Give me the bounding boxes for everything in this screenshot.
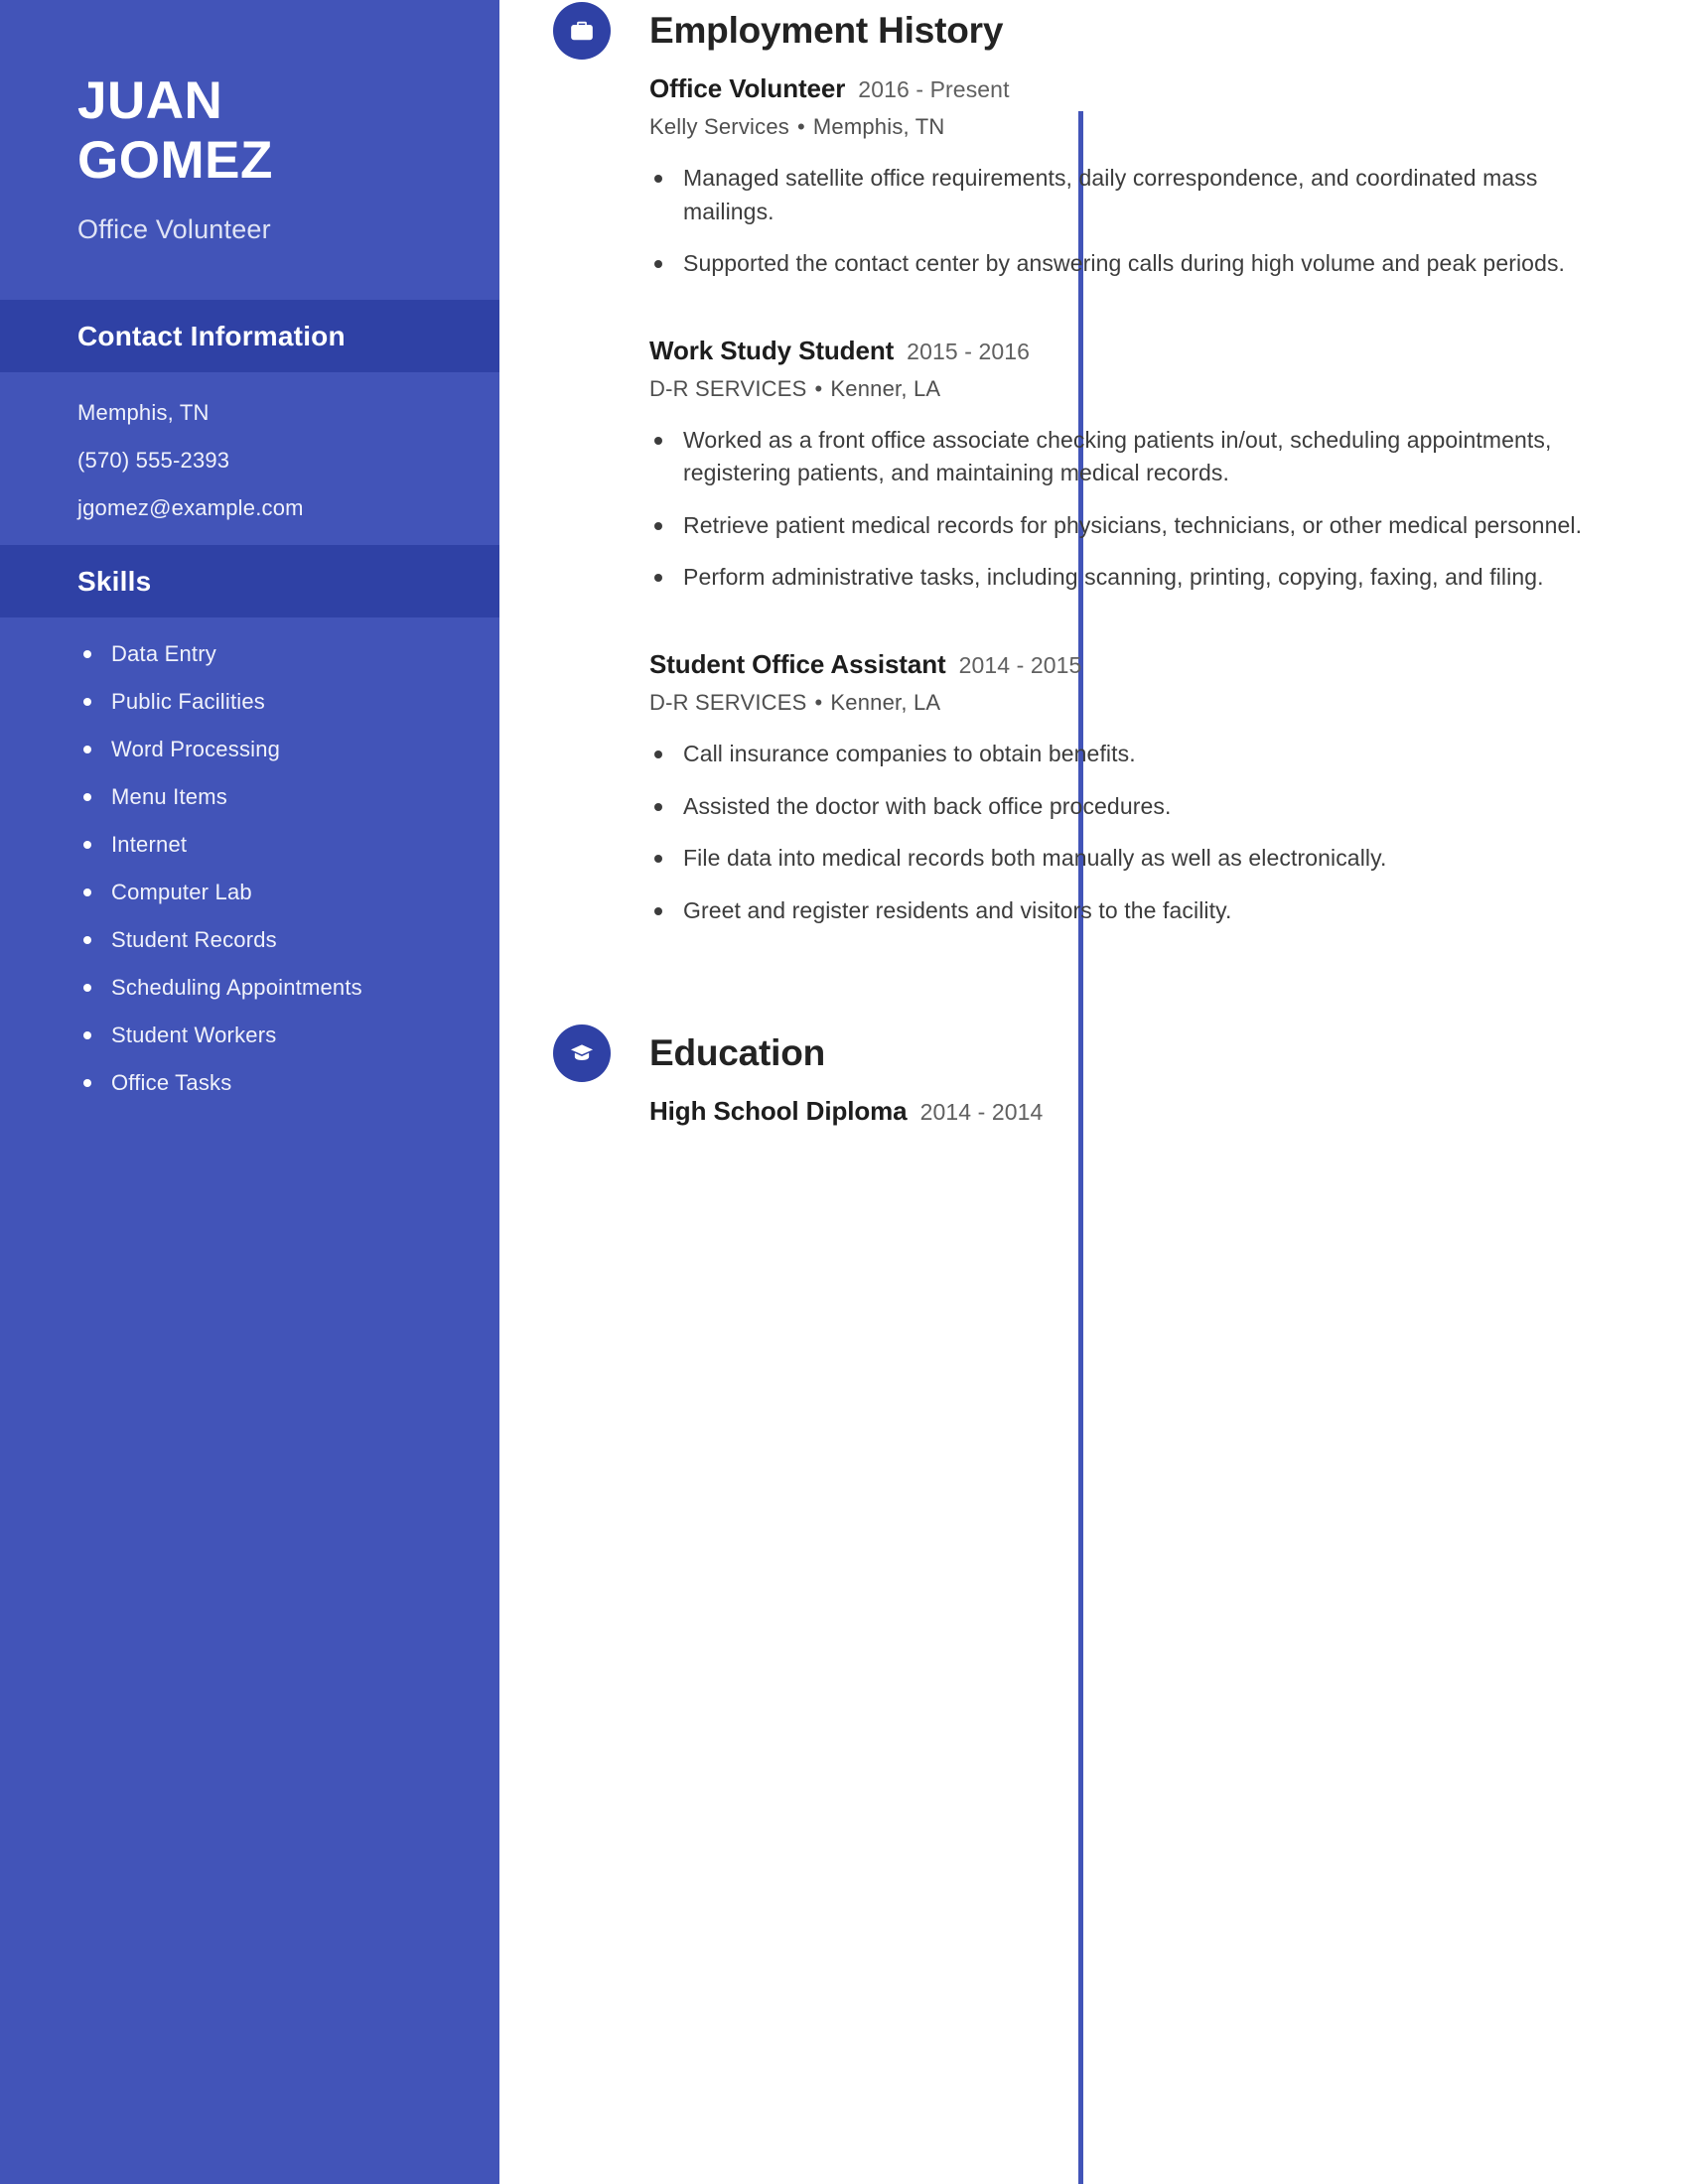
job-bullet: Assisted the doctor with back office pro… bbox=[649, 790, 1603, 824]
skill-item: Data Entry bbox=[77, 642, 499, 665]
employment-history-header: Employment History bbox=[553, 0, 1688, 62]
job-bullet: Call insurance companies to obtain benef… bbox=[649, 738, 1603, 771]
resume-page: JUAN GOMEZ Office Volunteer Contact Info… bbox=[0, 0, 1688, 2184]
job-meta: D-R SERVICES • Kenner, LA bbox=[649, 376, 1688, 402]
job-title: Student Office Assistant bbox=[649, 649, 946, 680]
employment-entry-head: Office Volunteer 2016 - Present bbox=[649, 73, 1688, 104]
education-entry-head: High School Diploma 2014 - 2014 bbox=[649, 1096, 1688, 1127]
job-bullet: Worked as a front office associate check… bbox=[649, 424, 1603, 490]
job-location: Memphis, TN bbox=[812, 114, 945, 139]
job-title: Work Study Student bbox=[649, 335, 895, 365]
contact-location: Memphis, TN bbox=[77, 399, 210, 425]
job-location: Kenner, LA bbox=[830, 690, 941, 716]
education-section: Education High School Diploma 2014 - 201… bbox=[553, 1023, 1688, 1127]
skill-item: Student Records bbox=[77, 928, 499, 951]
graduation-cap-icon bbox=[553, 1024, 611, 1083]
employment-entry-head: Student Office Assistant 2014 - 2015 bbox=[649, 649, 1688, 680]
job-bullets: Managed satellite office requirements, d… bbox=[649, 162, 1688, 281]
entry-spacer bbox=[649, 614, 1688, 635]
employment-entry: Work Study Student 2015 - 2016 D-R SERVI… bbox=[649, 336, 1688, 595]
job-company: D-R SERVICES bbox=[649, 690, 807, 716]
headline: Office Volunteer bbox=[77, 213, 271, 244]
job-bullet: Greet and register residents and visitor… bbox=[649, 894, 1603, 928]
employment-entry-head: Work Study Student 2015 - 2016 bbox=[649, 336, 1688, 366]
job-title: Office Volunteer bbox=[649, 73, 846, 103]
skill-item: Scheduling Appointments bbox=[77, 976, 499, 999]
employment-history-heading: Employment History bbox=[649, 10, 1004, 51]
job-dates: 2014 - 2015 bbox=[958, 652, 1082, 679]
employment-entries: Office Volunteer 2016 - Present Kelly Se… bbox=[582, 73, 1688, 927]
skill-item: Word Processing bbox=[77, 738, 499, 760]
main-content: Employment History Office Volunteer 2016… bbox=[499, 0, 1688, 2184]
education-entries: High School Diploma 2014 - 2014 bbox=[582, 1096, 1688, 1127]
name-block: JUAN GOMEZ Office Volunteer bbox=[0, 0, 499, 245]
job-bullets: Call insurance companies to obtain benef… bbox=[649, 738, 1688, 927]
job-bullets: Worked as a front office associate check… bbox=[649, 424, 1688, 595]
skills-heading: Skills bbox=[77, 565, 152, 597]
sidebar: JUAN GOMEZ Office Volunteer Contact Info… bbox=[0, 0, 499, 2184]
contact-list: Memphis, TN (570) 555-2393 jgomez@exampl… bbox=[0, 372, 499, 519]
job-company: Kelly Services bbox=[649, 114, 789, 139]
skills-list: Data Entry Public Facilities Word Proces… bbox=[0, 617, 499, 1094]
job-location: Kenner, LA bbox=[830, 375, 941, 401]
education-heading: Education bbox=[649, 1032, 826, 1074]
employment-history-section: Employment History Office Volunteer 2016… bbox=[553, 0, 1688, 927]
job-company: D-R SERVICES bbox=[649, 375, 807, 401]
skill-item: Office Tasks bbox=[77, 1071, 499, 1094]
skill-item: Computer Lab bbox=[77, 881, 499, 903]
job-meta: D-R SERVICES • Kenner, LA bbox=[649, 690, 1688, 716]
skill-item: Menu Items bbox=[77, 785, 499, 808]
contact-phone: (570) 555-2393 bbox=[77, 447, 230, 473]
meta-separator: • bbox=[814, 690, 823, 716]
contact-email: jgomez@example.com bbox=[77, 494, 304, 520]
job-bullet: File data into medical records both manu… bbox=[649, 842, 1603, 876]
job-bullet: Retrieve patient medical records for phy… bbox=[649, 509, 1603, 543]
skills-header: Skills bbox=[0, 544, 499, 617]
skill-item: Public Facilities bbox=[77, 690, 499, 713]
entry-spacer bbox=[649, 300, 1688, 322]
employment-entry: Office Volunteer 2016 - Present Kelly Se… bbox=[649, 73, 1688, 281]
education-header: Education bbox=[553, 1023, 1688, 1084]
job-bullet: Supported the contact center by answerin… bbox=[649, 247, 1603, 281]
job-bullet: Managed satellite office requirements, d… bbox=[649, 162, 1603, 228]
degree-title: High School Diploma bbox=[649, 1096, 908, 1127]
briefcase-icon bbox=[553, 2, 611, 60]
meta-separator: • bbox=[814, 375, 823, 401]
contact-information-header: Contact Information bbox=[0, 299, 499, 372]
job-dates: 2016 - Present bbox=[858, 76, 1010, 102]
skill-item: Internet bbox=[77, 833, 499, 856]
job-bullet: Perform administrative tasks, including … bbox=[649, 561, 1603, 595]
first-name: JUAN bbox=[77, 71, 223, 130]
employment-entry: Student Office Assistant 2014 - 2015 D-R… bbox=[649, 649, 1688, 927]
job-dates: 2015 - 2016 bbox=[907, 338, 1031, 364]
contact-information-heading: Contact Information bbox=[77, 320, 346, 351]
meta-separator: • bbox=[796, 114, 805, 139]
degree-dates: 2014 - 2014 bbox=[919, 1099, 1044, 1126]
skill-item: Student Workers bbox=[77, 1024, 499, 1046]
last-name: GOMEZ bbox=[77, 130, 273, 190]
job-meta: Kelly Services • Memphis, TN bbox=[649, 114, 1688, 140]
education-entry: High School Diploma 2014 - 2014 bbox=[649, 1096, 1688, 1127]
